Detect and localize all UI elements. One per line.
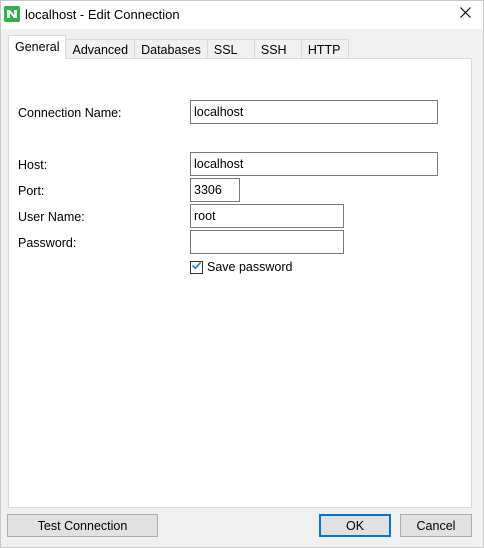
tab-ssl[interactable]: SSL xyxy=(206,39,255,59)
window-title: localhost - Edit Connection xyxy=(25,7,180,22)
tab-http[interactable]: HTTP xyxy=(300,39,349,59)
save-password-row[interactable]: Save password xyxy=(190,260,292,274)
cancel-button[interactable]: Cancel xyxy=(400,514,472,537)
close-icon xyxy=(459,7,471,21)
user-name-label: User Name: xyxy=(18,210,85,224)
test-connection-button[interactable]: Test Connection xyxy=(7,514,158,537)
close-button[interactable] xyxy=(453,3,477,25)
save-password-checkbox[interactable] xyxy=(190,260,203,274)
dialog-body: General Advanced Databases SSL SSH HTTP … xyxy=(1,29,483,547)
tab-strip: General Advanced Databases SSL SSH HTTP xyxy=(8,35,349,59)
password-input[interactable] xyxy=(190,230,344,254)
checkmark-icon xyxy=(191,260,202,274)
ok-button[interactable]: OK xyxy=(319,514,391,537)
tab-databases[interactable]: Databases xyxy=(134,39,208,59)
port-label: Port: xyxy=(18,184,45,198)
general-tab-panel: Connection Name: Host: Port: User Name: … xyxy=(8,58,472,508)
connection-name-label: Connection Name: xyxy=(18,106,122,120)
title-bar: localhost - Edit Connection xyxy=(1,1,483,29)
tab-advanced[interactable]: Advanced xyxy=(65,39,136,59)
host-input[interactable] xyxy=(190,152,438,176)
edit-connection-dialog: localhost - Edit Connection General Adva… xyxy=(0,0,484,548)
port-input[interactable] xyxy=(190,178,240,202)
password-label: Password: xyxy=(18,236,77,250)
save-password-label: Save password xyxy=(207,260,293,274)
connection-name-input[interactable] xyxy=(190,100,438,124)
host-label: Host: xyxy=(18,158,48,172)
tab-ssh[interactable]: SSH xyxy=(253,39,302,59)
tab-general[interactable]: General xyxy=(8,35,67,59)
navicat-app-icon xyxy=(4,6,20,22)
user-name-input[interactable] xyxy=(190,204,344,228)
